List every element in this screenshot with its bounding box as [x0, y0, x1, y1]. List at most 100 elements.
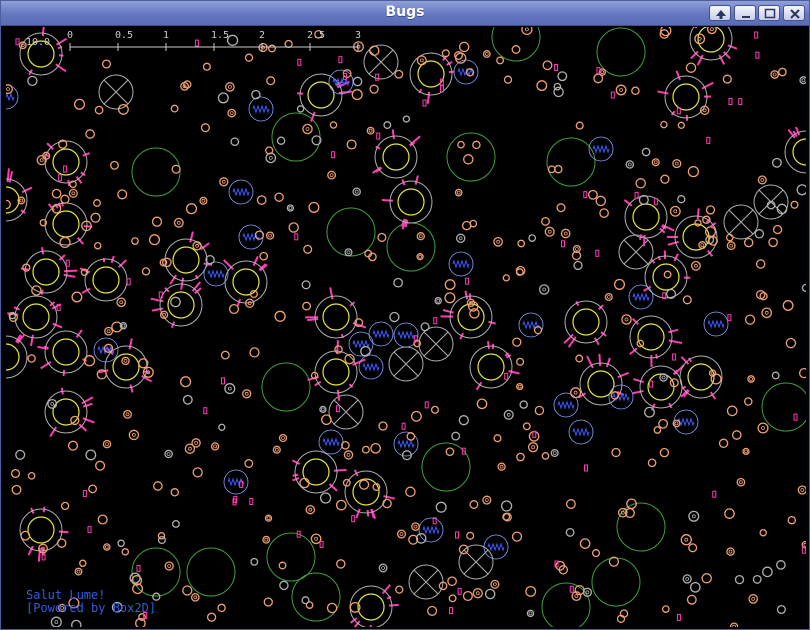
bug-shell [44, 330, 88, 374]
bug-leg [605, 357, 611, 368]
particle-ring [361, 445, 370, 454]
green-ring-body [446, 132, 496, 182]
coil-spring [362, 362, 380, 372]
particle-core [176, 220, 181, 225]
particle-ring [685, 62, 697, 73]
particle-ring [516, 452, 525, 462]
particle-ring [658, 418, 669, 429]
pink-marker [706, 136, 711, 144]
crossed-disc-mark [463, 549, 489, 575]
particle-ring [121, 356, 130, 366]
bug-leg [414, 175, 419, 185]
particle-ring [358, 479, 370, 490]
bug-leg [727, 44, 738, 50]
bug-shell [44, 202, 88, 246]
particle-ring [148, 234, 161, 246]
particle-ring [360, 345, 371, 357]
particle-ring [747, 375, 755, 383]
particle-core [619, 88, 623, 92]
particle-ring [152, 592, 161, 601]
particle-ring [129, 572, 141, 584]
coil-spring [397, 330, 415, 340]
particle-core [542, 287, 547, 292]
particle-ring [27, 354, 36, 363]
simulation-canvas[interactable]: 10.0 0 0.5 1 1.5 2 2.5 3 Salut Lume! [Powered … [6, 27, 806, 627]
particle-core [484, 52, 489, 56]
bug-leg [598, 353, 602, 367]
particle-ring [377, 232, 387, 242]
particle-ring [336, 559, 346, 569]
roll-up-button[interactable] [709, 5, 731, 21]
particle-core [368, 128, 373, 133]
particle-core [227, 85, 232, 89]
particle-ring [752, 574, 762, 584]
bug-leg [223, 259, 234, 271]
particle-ring [511, 531, 523, 542]
particle-ring [570, 387, 582, 399]
bug-core [6, 186, 20, 214]
up-arrow-icon [716, 10, 726, 19]
pink-marker [569, 585, 574, 593]
particle-ring [50, 616, 62, 627]
maximize-button[interactable] [758, 5, 780, 21]
particle-ring [70, 415, 80, 426]
particle-core [697, 36, 702, 41]
bug-shell [469, 345, 513, 389]
bug-leg [668, 328, 679, 334]
particle-ring [164, 449, 173, 459]
particle-ring [389, 311, 400, 323]
particle-ring [550, 448, 559, 458]
particle-ring [151, 216, 163, 227]
particle-ring [458, 415, 469, 426]
particle-ring [184, 443, 196, 454]
particle-ring [396, 529, 407, 539]
particle-core [418, 254, 423, 259]
coil-spring [422, 525, 440, 535]
particle-ring [611, 447, 621, 458]
close-button[interactable] [783, 5, 805, 21]
particle-core [801, 78, 806, 83]
particle-ring [305, 504, 316, 515]
particle-ring [192, 467, 203, 478]
bug-leg [329, 287, 334, 300]
scale-label: 0 [67, 30, 73, 41]
particle-ring [466, 531, 475, 540]
bug-shell [409, 52, 453, 96]
particle-ring [230, 137, 240, 147]
particle-ring [631, 86, 640, 96]
particle-ring [776, 203, 788, 215]
pink-marker [331, 151, 336, 159]
particle-ring [301, 280, 311, 290]
pink-marker [136, 564, 141, 572]
maximize-icon [764, 8, 776, 19]
particle-ring [131, 237, 139, 245]
particle-ring [493, 434, 502, 443]
particle-ring [102, 439, 112, 449]
particle-ring [587, 189, 598, 200]
crossed-disc-mark [423, 331, 449, 357]
pink-marker [422, 99, 427, 107]
particle-ring [394, 69, 404, 79]
particle-ring [79, 559, 87, 568]
particle-ring [482, 50, 491, 58]
particle-ring [469, 500, 479, 509]
particle-ring [128, 429, 140, 441]
pink-marker [221, 377, 225, 385]
minimize-button[interactable] [734, 5, 756, 21]
particle-ring [402, 115, 411, 123]
pink-marker [65, 259, 70, 267]
particle-ring [217, 92, 229, 104]
bug-core [587, 370, 615, 398]
particle-core [563, 231, 568, 236]
particle-ring [663, 270, 672, 279]
particle-ring [790, 200, 799, 209]
pink-marker [755, 51, 760, 59]
bug-leg [381, 199, 394, 202]
bug-core [6, 343, 20, 371]
particle-ring [219, 177, 229, 187]
particle-core [552, 451, 557, 455]
particle-core [751, 597, 756, 601]
particle-ring [536, 80, 548, 92]
title-bar[interactable]: Bugs [1, 1, 809, 26]
particle-core [227, 386, 232, 391]
